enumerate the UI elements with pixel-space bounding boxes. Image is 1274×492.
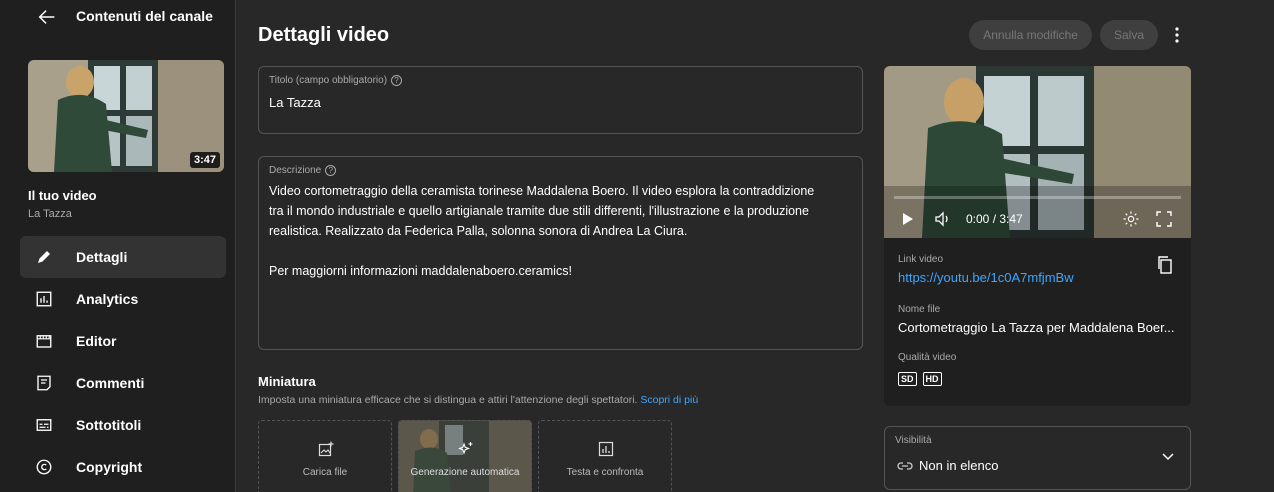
save-button[interactable]: Salva [1099, 20, 1158, 50]
more-options-icon[interactable] [1166, 20, 1188, 50]
analytics-icon [34, 289, 54, 309]
description-input[interactable]: Video cortometraggio della ceramista tor… [269, 181, 848, 281]
thumbnail-subtitle-text: Imposta una miniatura efficace che si di… [258, 394, 638, 406]
sidebar-item-label: Copyright [76, 459, 143, 475]
thumbnail-options: Carica file Generazione automatica Testa… [258, 420, 672, 492]
sidebar-nav: Dettagli Analytics Editor Commenti Sotto… [20, 236, 226, 488]
quality-badges: SD HD [898, 372, 942, 386]
comment-icon [34, 373, 54, 393]
sidebar-item-label: Editor [76, 333, 117, 349]
sidebar-item-label: Commenti [76, 375, 145, 391]
sidebar: Contenuti del canale 3:47 Il tuo video L… [0, 0, 236, 492]
back-arrow-icon[interactable] [36, 6, 58, 28]
copy-icon[interactable] [1157, 256, 1173, 274]
clapperboard-icon [34, 331, 54, 351]
visibility-dropdown[interactable]: Visibilità Non in elenco [884, 426, 1191, 490]
play-icon[interactable] [902, 212, 914, 226]
player-time: 0:00 / 3:47 [966, 212, 1023, 226]
sidebar-item-sottotitoli[interactable]: Sottotitoli [20, 404, 226, 446]
test-compare-tile[interactable]: Testa e confronta [538, 420, 672, 492]
description-line: Per maggiorni informazioni maddalenaboer… [269, 264, 572, 278]
tile-label: Generazione automatica [410, 467, 520, 478]
title-field-label-row: Titolo (campo obbligatorio) ? [269, 75, 403, 86]
sd-badge: SD [898, 372, 917, 386]
main-content: Dettagli video Annulla modifiche Salva T… [236, 0, 1274, 492]
description-line: Video cortometraggio della ceramista tor… [269, 184, 815, 198]
top-actions: Annulla modifiche Salva [969, 20, 1188, 50]
discard-changes-button[interactable]: Annulla modifiche [969, 20, 1092, 50]
sidebar-item-label: Dettagli [76, 249, 128, 265]
your-video-title: La Tazza [28, 208, 72, 220]
hd-badge: HD [922, 372, 942, 386]
learn-more-link[interactable]: Scopri di più [640, 394, 698, 406]
title-input[interactable]: La Tazza [269, 93, 321, 113]
settings-gear-icon[interactable] [1122, 210, 1140, 228]
quality-label: Qualità video [898, 352, 957, 363]
upload-thumbnail-tile[interactable]: Carica file [258, 420, 392, 492]
help-icon[interactable]: ? [325, 165, 337, 176]
page-title: Dettagli video [258, 24, 390, 46]
filename-value: Cortometraggio La Tazza per Maddalena Bo… [898, 320, 1175, 335]
description-line: realistica. Realizzato da Federica Palla… [269, 224, 688, 238]
tile-label: Carica file [302, 467, 348, 478]
analytics-icon [598, 441, 614, 457]
sidebar-item-label: Analytics [76, 291, 139, 307]
description-field-label-row: Descrizione ? [269, 165, 337, 176]
chevron-down-icon [1162, 453, 1174, 461]
sidebar-video-thumbnail[interactable]: 3:47 [28, 60, 224, 172]
upload-image-icon [318, 441, 334, 457]
thumbnail-section-title: Miniatura [258, 374, 316, 389]
video-player[interactable]: 0:00 / 3:47 [884, 66, 1191, 238]
video-link-label: Link video [898, 254, 944, 265]
player-controls: 0:00 / 3:47 [884, 206, 1191, 232]
pencil-icon [34, 247, 54, 267]
thumbnail-section-subtitle: Imposta una miniatura efficace che si di… [258, 394, 698, 406]
auto-generated-tile[interactable]: Generazione automatica [398, 420, 532, 492]
sidebar-item-editor[interactable]: Editor [20, 320, 226, 362]
subtitles-icon [34, 415, 54, 435]
video-link[interactable]: https://youtu.be/1c0A7mfjmBw [898, 270, 1074, 285]
progress-bar[interactable] [894, 196, 1181, 199]
your-video-heading: Il tuo video [28, 188, 97, 203]
sidebar-item-label: Sottotitoli [76, 417, 142, 433]
title-field[interactable]: Titolo (campo obbligatorio) ? La Tazza [258, 66, 863, 134]
help-icon[interactable]: ? [391, 75, 403, 86]
description-line: tra il mondo industriale e quello artigi… [269, 204, 809, 218]
visibility-label: Visibilità [895, 435, 932, 446]
video-preview-card: 0:00 / 3:47 Link video https://youtu.be/… [884, 66, 1191, 406]
sidebar-item-dettagli[interactable]: Dettagli [20, 236, 226, 278]
duration-badge: 3:47 [189, 152, 220, 168]
copyright-icon [34, 457, 54, 477]
sparkle-icon [458, 442, 473, 455]
title-field-label: Titolo (campo obbligatorio) [269, 75, 388, 86]
sidebar-item-commenti[interactable]: Commenti [20, 362, 226, 404]
volume-icon[interactable] [934, 211, 952, 227]
sidebar-item-copyright[interactable]: Copyright [20, 446, 226, 488]
channel-content-link[interactable]: Contenuti del canale [76, 8, 213, 24]
filename-label: Nome file [898, 304, 941, 315]
sidebar-item-analytics[interactable]: Analytics [20, 278, 226, 320]
fullscreen-icon[interactable] [1156, 211, 1172, 227]
visibility-value: Non in elenco [919, 458, 999, 473]
description-field-label: Descrizione [269, 165, 322, 176]
tile-label: Testa e confronta [566, 467, 644, 478]
link-icon [897, 462, 913, 470]
description-field[interactable]: Descrizione ? Video cortometraggio della… [258, 156, 863, 350]
